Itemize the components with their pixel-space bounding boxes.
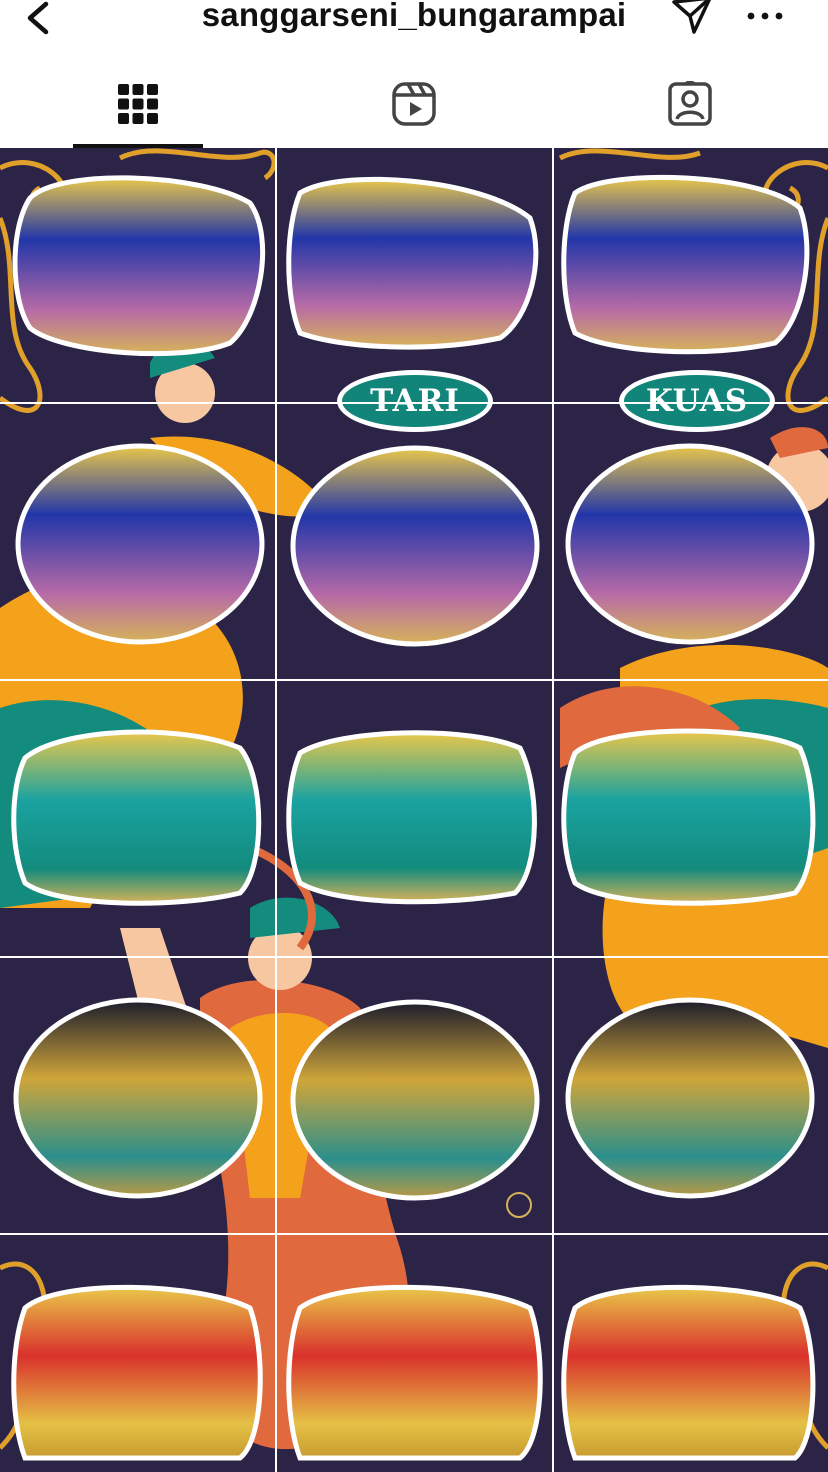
globe-icon [506, 1192, 532, 1218]
grid-icon [118, 84, 158, 124]
post-thumbnail[interactable] [277, 1235, 552, 1472]
post-thumbnail[interactable] [277, 404, 552, 679]
posts-grid: TARI KUAS [0, 148, 828, 1472]
post-thumbnail[interactable] [554, 404, 828, 679]
post-thumbnail[interactable] [277, 148, 552, 423]
send-button[interactable] [668, 0, 716, 40]
tab-reels[interactable] [276, 60, 552, 148]
post-thumbnail[interactable] [0, 958, 275, 1233]
grid-divider [552, 148, 554, 1472]
post-thumbnail[interactable] [0, 681, 275, 956]
post-thumbnail[interactable] [277, 958, 552, 1233]
grid-divider [0, 679, 828, 681]
grid-divider [275, 148, 277, 1472]
tagged-icon [668, 81, 712, 126]
grid-divider [0, 1233, 828, 1235]
paper-plane-icon [672, 0, 711, 34]
post-thumbnail[interactable] [554, 1235, 828, 1472]
grid-divider [0, 956, 828, 958]
post-thumbnail[interactable] [554, 681, 828, 956]
post-thumbnail[interactable] [0, 148, 275, 423]
more-options-button[interactable] [742, 0, 788, 34]
grid-divider [0, 402, 828, 404]
tab-posts-grid[interactable] [0, 60, 276, 148]
post-thumbnail[interactable] [554, 148, 828, 423]
more-horizontal-icon [747, 12, 783, 20]
post-thumbnail[interactable] [0, 404, 275, 679]
profile-header: sanggarseni_bungarampai [0, 0, 828, 60]
tab-tagged[interactable] [552, 60, 828, 148]
post-thumbnail[interactable] [0, 1235, 275, 1472]
reels-icon [392, 82, 436, 126]
post-thumbnail[interactable] [277, 681, 552, 956]
profile-tab-bar [0, 60, 828, 148]
post-thumbnail[interactable] [554, 958, 828, 1233]
